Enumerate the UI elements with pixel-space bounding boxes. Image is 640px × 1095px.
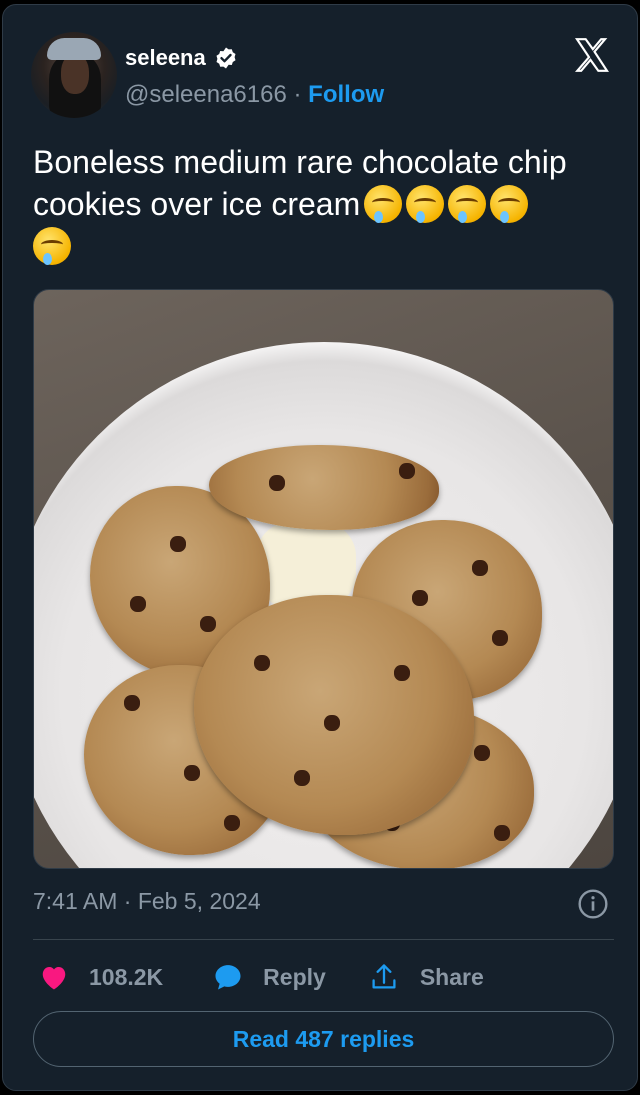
tweet-text: Boneless medium rare chocolate chip cook… [33,141,623,267]
like-count: 108.2K [89,963,164,990]
drooling-face-emoji [448,185,487,223]
divider [33,939,614,940]
read-replies-button[interactable]: Read 487 replies [33,1011,614,1067]
action-bar: 108.2K Reply Share [33,957,614,997]
tweet-time: 7:41 AM [33,888,118,914]
timestamp-separator: · [123,888,138,914]
verified-badge-icon [216,47,236,69]
avatar[interactable] [31,32,117,118]
handle-separator: · [293,81,309,108]
author-handle-row: @seleena6166 · Follow [125,81,384,109]
follow-button[interactable]: Follow [308,81,384,108]
read-replies-label: Read 487 replies [232,1025,415,1052]
author-name-row: seleena [125,45,238,71]
author-handle[interactable]: @seleena6166 [125,81,287,108]
like-button[interactable]: 108.2K [39,963,163,991]
avatar-face [61,54,89,94]
x-logo-icon[interactable] [571,35,613,75]
author-display-name[interactable]: seleena [125,45,206,71]
share-button[interactable]: Share [370,962,484,992]
drooling-face-emoji [490,185,529,223]
reply-label: Reply [263,963,326,990]
tweet-date: Feb 5, 2024 [137,888,261,914]
reply-button[interactable]: Reply [213,962,326,992]
info-icon[interactable] [577,888,609,920]
avatar-hat [47,38,101,60]
tweet-body: Boneless medium rare chocolate chip cook… [33,144,567,222]
heart-icon [42,967,66,990]
drooling-face-emoji [33,227,71,265]
drooling-face-emoji [406,185,445,223]
tweet-photo[interactable] [33,289,614,869]
reply-bubble-icon [215,965,241,990]
tweet-timestamp[interactable]: 7:41 AM · Feb 5, 2024 [33,888,261,915]
share-label: Share [419,963,484,990]
share-icon [372,964,396,989]
tweet-card: seleena @seleena6166 · Follow Boneless m… [2,4,638,1091]
drooling-face-emoji [364,185,403,223]
